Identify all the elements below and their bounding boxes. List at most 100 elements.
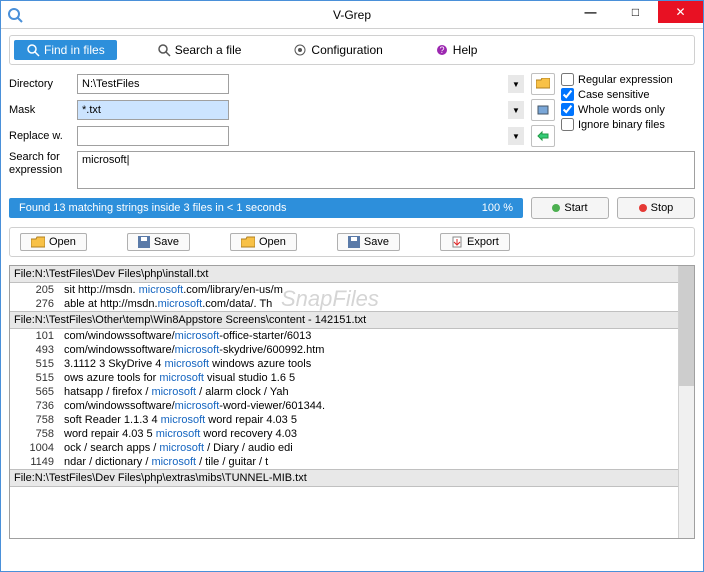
line-text: word repair 4.03 5 microsoft word recove… <box>64 428 297 440</box>
line-text: hatsapp / firefox / microsoft / alarm cl… <box>64 386 289 398</box>
replace-input[interactable] <box>77 126 229 146</box>
line-text: ock / search apps / microsoft / Diary / … <box>64 442 293 454</box>
mask-label: Mask <box>9 104 71 116</box>
line-number: 1004 <box>14 442 54 454</box>
start-icon <box>552 204 560 212</box>
start-label: Start <box>564 202 587 214</box>
app-icon <box>7 7 23 23</box>
replace-tool-button[interactable] <box>531 125 555 147</box>
match-highlight: microsoft <box>175 344 220 356</box>
line-number: 493 <box>14 344 54 356</box>
result-line[interactable]: 276 able at http://msdn.microsoft.com/dat… <box>10 297 678 311</box>
search-expression-input[interactable] <box>77 151 695 189</box>
line-number: 736 <box>14 400 54 412</box>
line-number: 758 <box>14 414 54 426</box>
directory-input[interactable] <box>77 74 229 94</box>
save-icon-2 <box>348 236 360 248</box>
open-button-1[interactable]: Open <box>20 233 87 251</box>
save-button-1[interactable]: Save <box>127 233 190 251</box>
stop-button[interactable]: Stop <box>617 197 695 219</box>
whole-checkbox-row[interactable]: Whole words only <box>561 103 695 116</box>
search-file-label: Search a file <box>175 43 242 57</box>
export-icon <box>451 236 463 248</box>
result-line[interactable]: 205sit http://msdn. microsoft.com/librar… <box>10 283 678 297</box>
match-highlight: microsoft <box>159 442 204 454</box>
open1-label: Open <box>49 236 76 248</box>
browse-folder-button[interactable] <box>531 73 555 95</box>
regex-checkbox-row[interactable]: Regular expression <box>561 73 695 86</box>
help-label: Help <box>453 43 478 57</box>
file-header[interactable]: File:N:\TestFiles\Dev Files\php\install.… <box>10 266 678 283</box>
save-icon <box>138 236 150 248</box>
result-line[interactable]: 1004 ock / search apps / microsoft / Diar… <box>10 441 678 455</box>
start-button[interactable]: Start <box>531 197 609 219</box>
line-text: soft Reader 1.1.3 4 microsoft word repai… <box>64 414 297 426</box>
match-highlight: microsoft <box>175 400 220 412</box>
result-line[interactable]: 758 word repair 4.03 5 microsoft word re… <box>10 427 678 441</box>
search-a-file-tab[interactable]: Search a file <box>145 40 254 60</box>
case-checkbox[interactable] <box>561 88 574 101</box>
match-highlight: microsoft <box>158 298 203 310</box>
action-bar: Open Save Open Save Export <box>9 227 695 257</box>
help-icon: ? <box>435 43 449 57</box>
whole-label: Whole words only <box>578 104 665 116</box>
result-line[interactable]: 5153.1112 3 SkyDrive 4 microsoft windows… <box>10 357 678 371</box>
file-header[interactable]: File:N:\TestFiles\Dev Files\php\extras\m… <box>10 469 678 487</box>
result-line[interactable]: 515ows azure tools for microsoft visual … <box>10 371 678 385</box>
save-button-2[interactable]: Save <box>337 233 400 251</box>
line-number: 1149 <box>14 456 54 468</box>
line-number: 276 <box>14 298 54 310</box>
ignore-checkbox[interactable] <box>561 118 574 131</box>
close-button[interactable]: ✕ <box>658 1 703 23</box>
mask-preset-button[interactable] <box>531 99 555 121</box>
line-number: 758 <box>14 428 54 440</box>
minimize-button[interactable]: — <box>568 1 613 23</box>
line-text: sit http://msdn. microsoft.com/library/e… <box>64 284 283 296</box>
find-in-files-tab[interactable]: Find in files <box>14 40 117 60</box>
match-highlight: microsoft <box>175 330 220 342</box>
case-label: Case sensitive <box>578 89 650 101</box>
gear-icon <box>293 43 307 57</box>
ignore-checkbox-row[interactable]: Ignore binary files <box>561 118 695 131</box>
stop-icon <box>639 204 647 212</box>
mask-dropdown-arrow[interactable]: ▼ <box>508 101 524 119</box>
result-line[interactable]: 1149ndar / dictionary / microsoft / tile… <box>10 455 678 469</box>
match-highlight: microsoft <box>159 372 204 384</box>
help-tab[interactable]: ? Help <box>423 40 490 60</box>
maximize-button[interactable]: □ <box>613 1 658 23</box>
regex-checkbox[interactable] <box>561 73 574 86</box>
find-in-files-label: Find in files <box>44 43 105 57</box>
file-header[interactable]: File:N:\TestFiles\Other\temp\Win8Appstor… <box>10 311 678 329</box>
line-text: com/windowssoftware/microsoft-skydrive/6… <box>64 344 324 356</box>
titlebar: V-Grep — □ ✕ <box>1 1 703 29</box>
results-scrollbar[interactable] <box>678 266 694 538</box>
result-line[interactable]: 565 hatsapp / firefox / microsoft / alarm… <box>10 385 678 399</box>
configuration-tab[interactable]: Configuration <box>281 40 394 60</box>
result-line[interactable]: 101com/windowssoftware/microsoft-office-… <box>10 329 678 343</box>
mask-input[interactable] <box>77 100 229 120</box>
result-line[interactable]: 736com/windowssoftware/microsoft-word-vi… <box>10 399 678 413</box>
status-bar: Found 13 matching strings inside 3 files… <box>9 198 523 218</box>
open-icon-2 <box>241 236 255 248</box>
open-button-2[interactable]: Open <box>230 233 297 251</box>
match-highlight: microsoft <box>161 414 206 426</box>
replace-dropdown-arrow[interactable]: ▼ <box>508 127 524 145</box>
line-number: 515 <box>14 358 54 370</box>
whole-checkbox[interactable] <box>561 103 574 116</box>
match-highlight: microsoft <box>151 386 196 398</box>
main-toolbar: Find in files Search a file Configuratio… <box>9 35 695 65</box>
save2-label: Save <box>364 236 389 248</box>
line-number: 565 <box>14 386 54 398</box>
results-panel: File:N:\TestFiles\Dev Files\php\install.… <box>9 265 695 539</box>
case-checkbox-row[interactable]: Case sensitive <box>561 88 695 101</box>
match-highlight: microsoft <box>164 358 209 370</box>
svg-text:?: ? <box>439 45 444 55</box>
stop-label: Stop <box>651 202 674 214</box>
scroll-thumb[interactable] <box>679 266 694 386</box>
result-line[interactable]: 493 com/windowssoftware/microsoft-skydriv… <box>10 343 678 357</box>
export-button[interactable]: Export <box>440 233 510 251</box>
result-line[interactable]: 758 soft Reader 1.1.3 4 microsoft word re… <box>10 413 678 427</box>
directory-dropdown-arrow[interactable]: ▼ <box>508 75 524 93</box>
line-text: able at http://msdn.microsoft.com/data/.… <box>64 298 272 310</box>
match-highlight: microsoft <box>151 456 196 468</box>
